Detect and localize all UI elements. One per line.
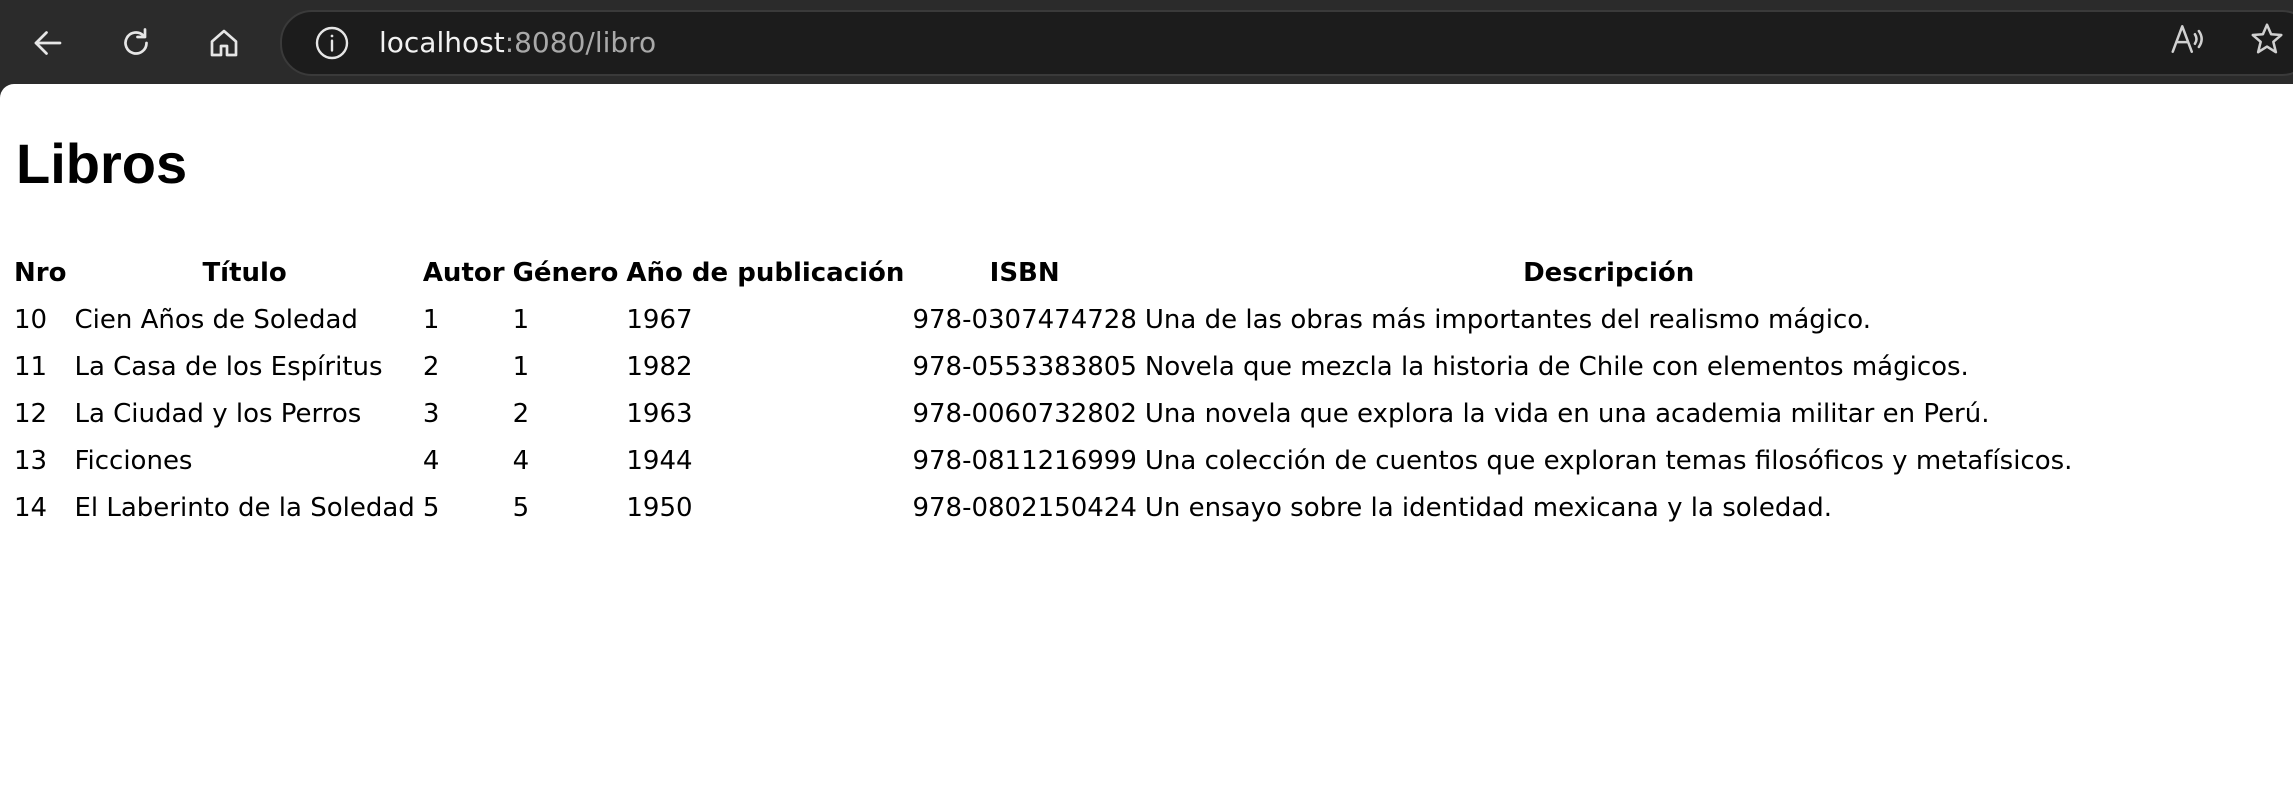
header-nro: Nro <box>14 258 67 288</box>
home-icon[interactable] <box>199 18 249 68</box>
reload-icon[interactable] <box>111 18 161 68</box>
url-text[interactable]: localhost:8080/libro <box>379 26 656 60</box>
cell-anio: 1967 <box>626 304 693 335</box>
cell-autor: 1 <box>422 304 440 335</box>
cell-genero: 1 <box>512 304 530 335</box>
cell-isbn: 978-0307474728 <box>912 304 1137 335</box>
cell-descripcion: Novela que mezcla la historia de Chile c… <box>1144 351 1969 382</box>
table-row: 14 El Laberinto de la Soledad 5 5 1950 9… <box>14 484 2072 531</box>
cell-isbn: 978-0811216999 <box>912 445 1137 476</box>
table-row: 12 La Ciudad y los Perros 3 2 1963 978-0… <box>14 390 2072 437</box>
books-table: Nro Título Autor Género Año de publicaci… <box>6 250 2080 531</box>
cell-nro: 14 <box>14 492 48 523</box>
cell-isbn: 978-0802150424 <box>912 492 1137 523</box>
page-content: Libros Nro Título Autor Género Año de pu… <box>0 84 2293 796</box>
cell-nro: 12 <box>14 398 48 429</box>
table-row: 11 La Casa de los Espíritus 2 1 1982 978… <box>14 343 2072 390</box>
header-anio: Año de publicación <box>626 258 905 288</box>
back-arrow-icon[interactable] <box>23 18 73 68</box>
cell-autor: 3 <box>422 398 440 429</box>
read-aloud-icon[interactable] <box>2168 20 2208 60</box>
cell-genero: 1 <box>512 351 530 382</box>
cell-isbn: 978-0060732802 <box>912 398 1137 429</box>
cell-anio: 1944 <box>626 445 693 476</box>
cell-descripcion: Una colección de cuentos que exploran te… <box>1144 445 2073 476</box>
cell-titulo: Cien Años de Soledad <box>74 304 358 335</box>
cell-genero: 5 <box>512 492 530 523</box>
table-header-row: Nro Título Autor Género Año de publicaci… <box>14 250 2072 296</box>
cell-nro: 10 <box>14 304 48 335</box>
cell-autor: 4 <box>422 445 440 476</box>
address-bar[interactable]: localhost:8080/libro <box>280 10 2293 76</box>
url-host: localhost <box>379 26 505 59</box>
browser-toolbar: localhost:8080/libro <box>0 0 2293 84</box>
cell-anio: 1982 <box>626 351 693 382</box>
cell-titulo: El Laberinto de la Soledad <box>74 492 415 523</box>
info-icon[interactable] <box>314 25 350 61</box>
cell-anio: 1950 <box>626 492 693 523</box>
cell-genero: 4 <box>512 445 530 476</box>
cell-titulo: Ficciones <box>74 445 193 476</box>
cell-titulo: La Casa de los Espíritus <box>74 351 383 382</box>
header-titulo: Título <box>202 258 287 288</box>
cell-isbn: 978-0553383805 <box>912 351 1137 382</box>
cell-nro: 11 <box>14 351 48 382</box>
cell-descripcion: Una novela que explora la vida en una ac… <box>1144 398 1990 429</box>
cell-descripcion: Un ensayo sobre la identidad mexicana y … <box>1144 492 1833 523</box>
cell-genero: 2 <box>512 398 530 429</box>
url-path: :8080/libro <box>504 26 657 59</box>
header-isbn: ISBN <box>989 258 1060 288</box>
cell-descripcion: Una de las obras más importantes del rea… <box>1144 304 1872 335</box>
table-row: 13 Ficciones 4 4 1944 978-0811216999 Una… <box>14 437 2072 484</box>
header-genero: Género <box>512 258 619 288</box>
cell-autor: 5 <box>422 492 440 523</box>
page-title: Libros <box>16 132 188 195</box>
table-row: 10 Cien Años de Soledad 1 1 1967 978-030… <box>14 296 2072 343</box>
cell-autor: 2 <box>422 351 440 382</box>
cell-titulo: La Ciudad y los Perros <box>74 398 362 429</box>
header-autor: Autor <box>422 258 505 288</box>
header-descripcion: Descripción <box>1523 258 1695 288</box>
favorite-star-icon[interactable] <box>2248 20 2288 60</box>
cell-anio: 1963 <box>626 398 693 429</box>
cell-nro: 13 <box>14 445 48 476</box>
